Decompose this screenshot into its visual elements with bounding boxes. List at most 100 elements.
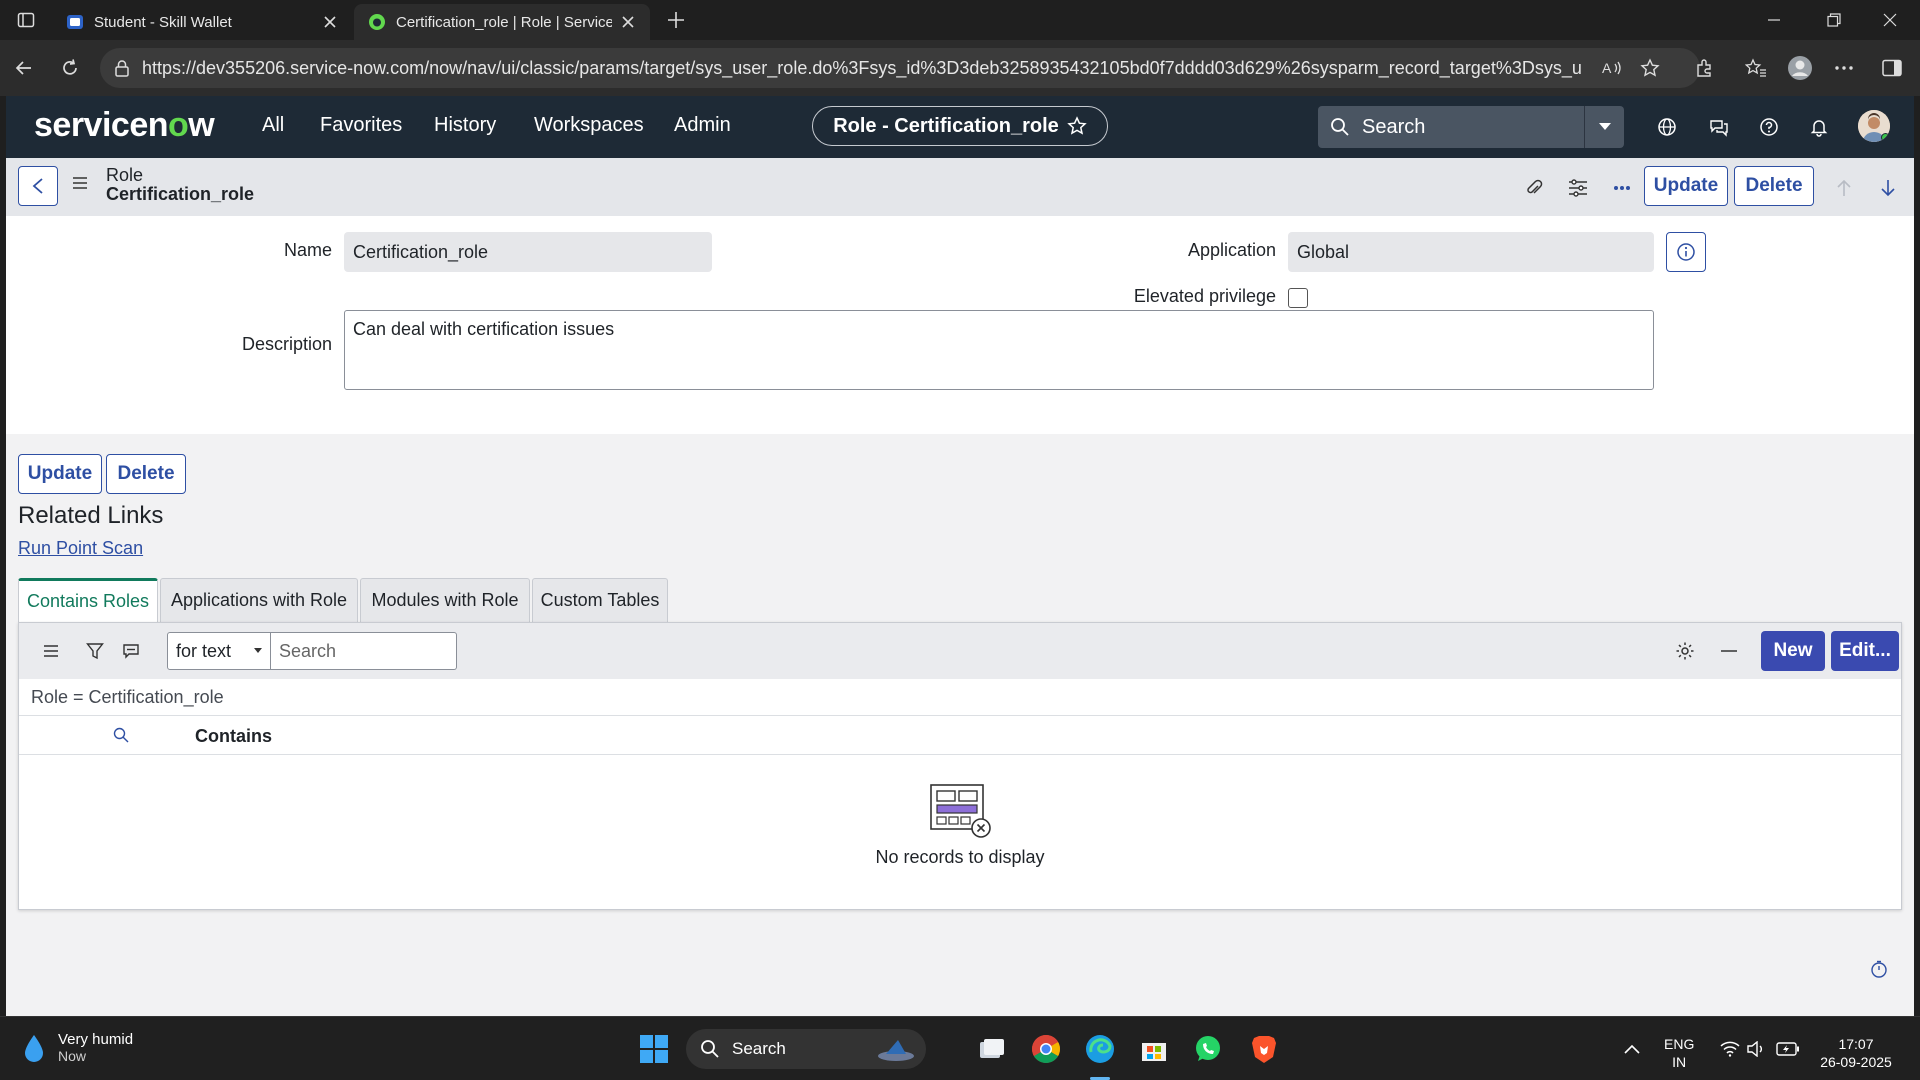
- favorite-star-icon[interactable]: [1634, 52, 1666, 84]
- close-window-icon[interactable]: [1862, 0, 1918, 40]
- personalize-sliders-icon[interactable]: [1566, 176, 1590, 200]
- brave-browser-icon[interactable]: [1246, 1031, 1282, 1067]
- tab-custom-tables[interactable]: Custom Tables: [532, 578, 668, 622]
- tab-modules-with-role[interactable]: Modules with Role: [360, 578, 530, 622]
- tab-applications-with-role[interactable]: Applications with Role: [160, 578, 358, 622]
- restore-icon[interactable]: [1806, 0, 1862, 40]
- servicenow-favicon-icon: [369, 14, 385, 30]
- taskbar-search[interactable]: Search: [686, 1029, 926, 1069]
- header-delete-button[interactable]: Delete: [1734, 166, 1814, 206]
- clock-time: 17:07: [1838, 1036, 1874, 1052]
- clock[interactable]: 17:07 26-09-2025: [1812, 1035, 1900, 1071]
- humidity-drop-icon: [25, 1034, 43, 1062]
- update-button[interactable]: Update: [18, 454, 102, 494]
- list-toolbar: for text Search New Edit...: [19, 623, 1901, 679]
- search-scope-dropdown[interactable]: [1584, 106, 1624, 148]
- show-activity-icon[interactable]: [119, 639, 143, 663]
- profile-icon[interactable]: [1784, 52, 1816, 84]
- show-hidden-icons-chevron-up-icon[interactable]: [1614, 1031, 1650, 1067]
- column-contains-header[interactable]: Contains: [195, 726, 272, 747]
- related-links-heading: Related Links: [18, 502, 164, 529]
- menu-all[interactable]: All: [262, 114, 284, 137]
- task-view-icon[interactable]: [974, 1031, 1010, 1067]
- browser-tab-skill-wallet[interactable]: Student - Skill Wallet: [52, 4, 352, 40]
- servicenow-header: servicenow All Favorites History Workspa…: [6, 96, 1914, 158]
- previous-record-arrow-up-icon[interactable]: [1832, 176, 1856, 200]
- new-button[interactable]: New: [1761, 631, 1825, 671]
- list-search-input[interactable]: Search: [271, 632, 457, 670]
- close-tab-icon[interactable]: [620, 14, 636, 30]
- filter-funnel-icon[interactable]: [83, 639, 107, 663]
- edge-icon[interactable]: [1082, 1031, 1118, 1067]
- caret-down-icon: [254, 648, 262, 653]
- edit-button[interactable]: Edit...: [1831, 631, 1899, 671]
- timer-icon[interactable]: [1870, 960, 1888, 978]
- menu-workspaces[interactable]: Workspaces: [534, 114, 644, 137]
- header-update-button[interactable]: Update: [1644, 166, 1728, 206]
- application-field[interactable]: Global: [1288, 232, 1654, 272]
- collapse-minus-icon[interactable]: [1717, 639, 1741, 663]
- list-context-menu-icon[interactable]: [39, 639, 63, 663]
- form-context-menu-icon[interactable]: [72, 176, 88, 190]
- application-info-button[interactable]: [1666, 232, 1706, 272]
- attachment-paperclip-icon[interactable]: [1522, 176, 1546, 200]
- back-icon[interactable]: [8, 52, 40, 84]
- run-point-scan-link[interactable]: Run Point Scan: [18, 538, 143, 559]
- global-search[interactable]: Search: [1318, 106, 1624, 148]
- svg-text:A: A: [1602, 60, 1612, 76]
- windows-taskbar: Very humid Now Search ENG IN 17:07 26-09…: [0, 1016, 1920, 1080]
- list-breadcrumb[interactable]: Role = Certification_role: [31, 687, 224, 708]
- menu-admin[interactable]: Admin: [674, 114, 731, 137]
- start-windows-icon[interactable]: [636, 1031, 672, 1067]
- refresh-icon[interactable]: [54, 52, 86, 84]
- more-options-icon[interactable]: [1828, 52, 1860, 84]
- tab-contains-roles[interactable]: Contains Roles: [18, 578, 158, 622]
- microsoft-store-icon[interactable]: [1136, 1031, 1172, 1067]
- user-avatar[interactable]: [1858, 110, 1890, 142]
- servicenow-logo[interactable]: servicenow: [34, 106, 215, 145]
- extensions-icon[interactable]: [1688, 52, 1720, 84]
- elevated-privilege-checkbox[interactable]: [1288, 288, 1308, 308]
- notifications-bell-icon[interactable]: [1806, 114, 1832, 140]
- description-label: Description: [241, 334, 332, 354]
- globe-icon[interactable]: [1654, 114, 1680, 140]
- column-search-icon[interactable]: [113, 727, 129, 743]
- tab-actions-icon[interactable]: [10, 4, 42, 36]
- form-header-bar: Role Certification_role Update Delete: [6, 158, 1914, 216]
- form-back-button[interactable]: [18, 166, 58, 206]
- global-search-placeholder: Search: [1362, 115, 1426, 138]
- next-record-arrow-down-icon[interactable]: [1876, 176, 1900, 200]
- chrome-icon[interactable]: [1028, 1031, 1064, 1067]
- whatsapp-icon[interactable]: [1190, 1031, 1226, 1067]
- chat-icon[interactable]: [1706, 114, 1732, 140]
- skill-wallet-favicon-icon: [67, 15, 83, 29]
- browser-tab-servicenow[interactable]: Certification_role | Role | ServiceN: [354, 4, 650, 40]
- lock-icon[interactable]: [114, 59, 130, 77]
- delete-button[interactable]: Delete: [106, 454, 186, 494]
- help-icon[interactable]: [1756, 114, 1782, 140]
- context-title-pill[interactable]: Role - Certification_role: [812, 106, 1108, 146]
- menu-favorites[interactable]: Favorites: [320, 114, 402, 137]
- global-search-input[interactable]: Search: [1318, 106, 1584, 148]
- battery-icon[interactable]: [1770, 1031, 1806, 1067]
- search-field-select[interactable]: for text: [167, 632, 271, 670]
- volume-speaker-icon[interactable]: [1738, 1031, 1774, 1067]
- elevated-privilege-label: Elevated privilege: [1133, 286, 1276, 306]
- new-tab-icon[interactable]: [660, 4, 692, 36]
- list-settings-gear-icon[interactable]: [1673, 639, 1697, 663]
- clock-date: 26-09-2025: [1820, 1054, 1892, 1070]
- address-bar[interactable]: https://dev355206.service-now.com/now/na…: [100, 48, 1700, 88]
- description-textarea[interactable]: Can deal with certification issues: [344, 310, 1654, 390]
- more-actions-icon[interactable]: [1610, 176, 1634, 200]
- sidebar-toggle-icon[interactable]: [1876, 52, 1908, 84]
- contains-roles-list: for text Search New Edit... Role = Certi…: [18, 622, 1902, 910]
- menu-history[interactable]: History: [434, 114, 496, 137]
- name-field[interactable]: Certification_role: [344, 232, 712, 272]
- language-indicator[interactable]: ENG IN: [1664, 1035, 1694, 1071]
- close-tab-icon[interactable]: [322, 14, 338, 30]
- minimize-icon[interactable]: [1746, 0, 1802, 40]
- star-favorite-icon[interactable]: [1067, 116, 1087, 136]
- favorites-icon[interactable]: [1740, 52, 1772, 84]
- weather-widget[interactable]: Very humid Now: [22, 1031, 133, 1064]
- read-aloud-icon[interactable]: A: [1596, 52, 1628, 84]
